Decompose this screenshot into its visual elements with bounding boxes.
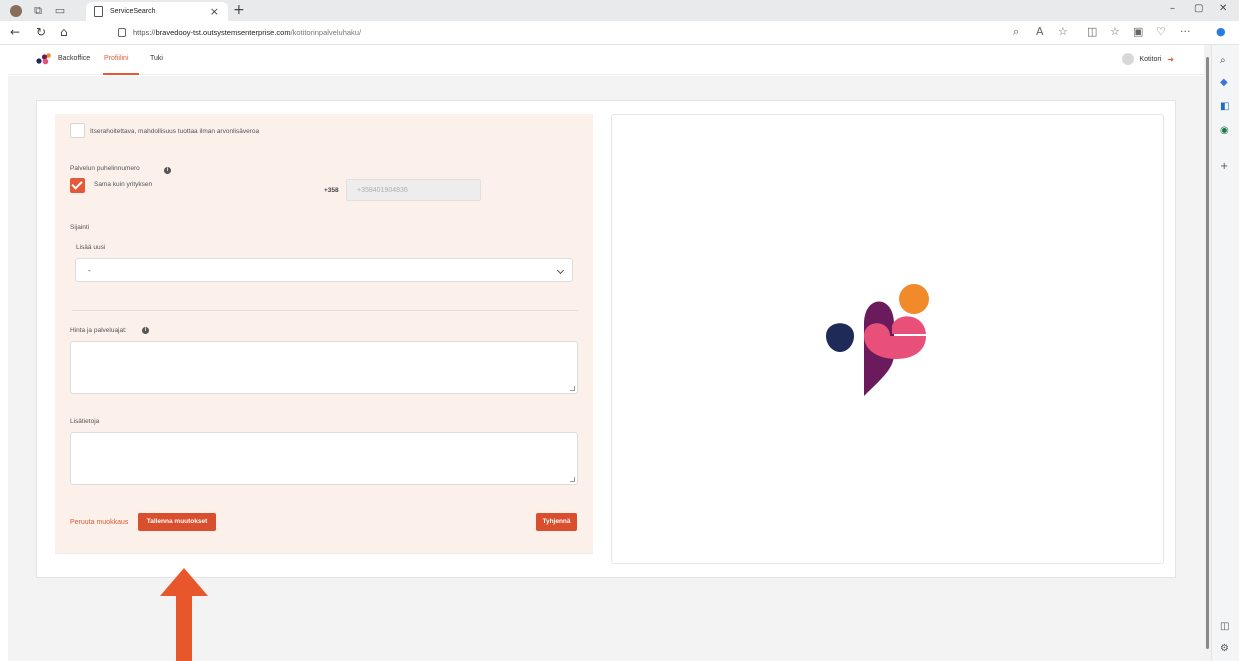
location-section-label: Sijainti [70,224,90,231]
brand-logo-icon[interactable] [36,53,52,67]
resize-handle-icon[interactable] [570,386,575,391]
price-textarea[interactable] [70,341,578,394]
annotation-arrow-icon [160,568,208,661]
user-name: Kotitori [1139,55,1162,63]
panel-footer [55,553,593,565]
more-menu-icon[interactable]: ··· [1180,25,1191,38]
nav-tuki[interactable]: Tuki [150,55,163,62]
address-bar: ← ↻ ⌂ https:// bravedooy-tst.outsystemse… [0,21,1239,45]
vat-free-label: Itserahoitettava, mahdollisuus tuottaa i… [90,128,260,135]
nav-profiilini[interactable]: Profiilini [104,55,129,62]
url-field[interactable]: https:// bravedooy-tst.outsystemsenterpr… [108,24,1108,41]
location-select-value: - [88,266,91,275]
page-scrollbar[interactable] [1204,45,1211,661]
favorites-bar-icon[interactable]: ☆ [1110,25,1120,38]
extra-info-label: Lisätietoja [70,418,100,425]
close-tab-icon[interactable]: × [210,5,219,18]
resize-handle-icon[interactable] [570,477,575,482]
edge-sidebar: ⌕ ◆ ◧ ◉ + ◫ ⚙ [1211,45,1239,661]
outlook-icon[interactable]: ◧ [1220,101,1229,112]
active-nav-indicator [103,73,139,75]
avatar [1121,53,1134,65]
add-new-label: Lisää uusi [76,244,106,251]
shopping-icon[interactable]: ◆ [1220,77,1228,88]
section-divider [72,310,578,311]
scrollbar-thumb[interactable] [1206,57,1209,649]
logout-icon[interactable]: ➜ [1167,55,1174,64]
restore-icon[interactable]: ▢ [1194,3,1203,14]
phone-input[interactable]: +358401904836 [346,179,481,201]
extra-info-textarea[interactable] [70,432,578,485]
back-icon[interactable]: ← [10,25,20,39]
browser-essentials-icon[interactable]: ♡ [1156,25,1166,38]
app-header: Backoffice Profiilini Tuki Kotitori ➜ [8,45,1204,75]
nav-backoffice[interactable]: Backoffice [58,55,90,62]
phone-section-label: Palvelun puhelinnumero [70,165,140,172]
read-aloud-icon[interactable]: A [1036,25,1044,38]
price-info-icon[interactable]: i [142,327,149,334]
hide-sidebar-icon[interactable]: ◫ [1220,621,1229,632]
tab-actions-icon[interactable]: ▭ [54,4,66,17]
tab-title: ServiceSearch [110,8,156,15]
clear-button[interactable]: Tyhjennä [536,513,577,531]
refresh-icon[interactable]: ↻ [36,25,46,39]
url-host: bravedooy-tst.outsystemsenterprise.com [155,28,291,37]
close-window-icon[interactable]: ✕ [1219,3,1227,14]
url-path: /kotitorinpalveluhaku/ [290,28,362,37]
cancel-edit-link[interactable]: Peruuta muokkaus [70,519,128,526]
country-code: +358 [324,187,339,194]
copilot-icon[interactable]: ● [1216,25,1226,38]
same-as-company-label: Sama kuin yrityksen [94,181,153,188]
settings-icon[interactable]: ⚙ [1220,643,1229,654]
page-icon [94,6,103,17]
save-changes-button[interactable]: Tallenna muutokset [138,513,216,531]
office-icon[interactable]: ◉ [1220,125,1229,136]
price-label: Hinta ja palveluajat: [70,327,127,334]
chevron-down-icon [556,266,565,275]
search-page-icon[interactable]: ⌕ [1013,25,1019,39]
user-menu[interactable]: Kotitori ➜ [1121,53,1174,65]
url-prefix: https:// [133,28,156,37]
workspaces-icon[interactable]: ⧉ [32,4,44,17]
location-select[interactable]: - [75,258,573,282]
vat-free-checkbox[interactable] [70,123,85,138]
same-as-company-checkbox[interactable] [70,178,85,193]
new-tab-icon[interactable]: + [233,2,245,18]
lock-icon [118,28,126,37]
brand-logo-large-icon [826,284,929,396]
add-sidebar-app-icon[interactable]: + [1220,161,1228,172]
search-icon[interactable]: ⌕ [1220,55,1226,66]
favorite-icon[interactable]: ☆ [1058,25,1068,38]
profile-icon[interactable] [10,4,22,17]
phone-info-icon[interactable]: i [164,167,171,174]
home-icon[interactable]: ⌂ [60,25,68,39]
minimize-icon[interactable]: – [1170,3,1175,14]
split-screen-icon[interactable]: ◫ [1087,25,1097,38]
browser-tab[interactable]: ServiceSearch × [86,2,228,21]
collections-icon[interactable]: ▣ [1133,25,1143,38]
